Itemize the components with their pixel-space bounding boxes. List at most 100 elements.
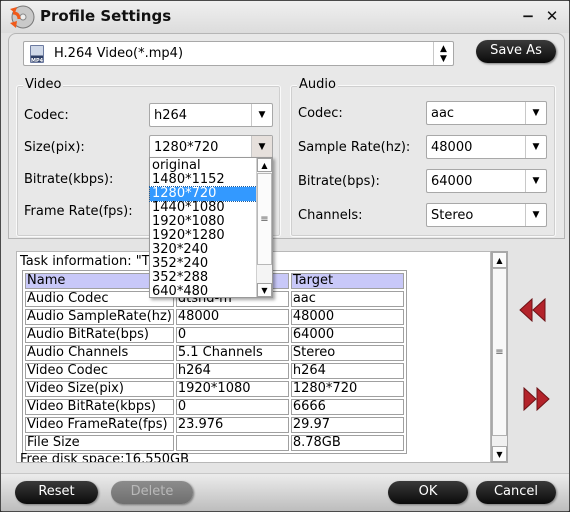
audio-bitrate-select[interactable]: 64000 ▼ [426, 169, 547, 193]
scroll-thumb[interactable]: ≡ [492, 268, 507, 436]
profile-value: H.264 Video(*.mp4) [54, 46, 184, 61]
row-source [175, 435, 289, 451]
row-target: aac [290, 291, 404, 307]
close-button[interactable]: ✕ [543, 7, 561, 25]
delete-button[interactable]: Delete [111, 481, 193, 504]
free-disk-space: Free disk space:16.550GB [20, 452, 190, 463]
table-row: Audio SampleRate(hz) 48000 48000 [25, 309, 404, 325]
audio-bitrate-value: 64000 [431, 174, 473, 189]
video-size-select[interactable]: 1280*720 ▼ [149, 135, 273, 159]
row-target: 6666 [290, 399, 404, 415]
dropdown-scrollbar[interactable]: ▲ ≡ ▼ [256, 158, 272, 297]
scroll-down-icon[interactable]: ▼ [492, 446, 507, 462]
size-option-selected[interactable]: 1280*720 [149, 186, 258, 202]
title-bar: Profile Settings − ✕ [1, 1, 569, 33]
video-codec-label: Codec: [24, 108, 69, 123]
row-name: Video BitRate(kbps) [25, 399, 174, 415]
video-group-title: Video [23, 77, 64, 92]
chevron-down-icon[interactable]: ▼ [525, 204, 546, 226]
save-as-button[interactable]: Save As [476, 40, 556, 63]
minimize-button[interactable]: − [519, 7, 537, 25]
row-source: 48000 [175, 309, 289, 325]
table-row: Audio Channels 5.1 Channels Stereo [25, 345, 404, 361]
size-dropdown-list[interactable]: original 1480*1152 1280*720 1440*1080 19… [149, 157, 273, 299]
audio-bitrate-label: Bitrate(bps): [298, 174, 380, 189]
row-target: Stereo [290, 345, 404, 361]
table-row: Video FrameRate(fps) 23.976 29.97 [25, 417, 404, 433]
profile-select[interactable]: MP4 H.264 Video(*.mp4) ▲ ▼ [23, 41, 454, 66]
audio-channels-label: Channels: [298, 208, 363, 223]
row-source: 1920*1080 [175, 381, 289, 397]
audio-samplerate-label: Sample Rate(hz): [298, 140, 411, 155]
audio-channels-select[interactable]: Stereo ▼ [426, 203, 547, 227]
video-framerate-label: Frame Rate(fps): [24, 204, 133, 219]
table-row: Video Codec h264 h264 [25, 363, 404, 379]
row-target: 48000 [290, 309, 404, 325]
size-option[interactable]: 320*240 [150, 243, 257, 257]
chevron-down-icon[interactable]: ▼ [525, 170, 546, 192]
header-target: Target [290, 273, 404, 289]
audio-codec-value: aac [431, 106, 455, 121]
size-option[interactable]: 1440*1080 [150, 201, 257, 215]
audio-channels-value: Stereo [431, 208, 474, 223]
window-title: Profile Settings [40, 7, 172, 25]
fast-forward-icon[interactable] [523, 387, 553, 411]
mp4-icon: MP4 [30, 45, 44, 64]
video-size-value: 1280*720 [154, 140, 219, 155]
row-name: Audio BitRate(bps) [25, 327, 174, 343]
table-row: Video Size(pix) 1920*1080 1280*720 [25, 381, 404, 397]
row-source: 23.976 [175, 417, 289, 433]
row-source: h264 [175, 363, 289, 379]
row-target: 1280*720 [290, 381, 404, 397]
table-row: Video BitRate(kbps) 0 6666 [25, 399, 404, 415]
row-name: Audio Channels [25, 345, 174, 361]
row-target: 64000 [290, 327, 404, 343]
audio-group-title: Audio [297, 77, 338, 92]
chevron-down-icon[interactable]: ▼ [251, 104, 272, 126]
size-option[interactable]: original [150, 159, 257, 173]
row-source: 0 [175, 327, 289, 343]
video-codec-select[interactable]: h264 ▼ [149, 103, 273, 127]
row-name: Video Codec [25, 363, 174, 379]
task-info-label: Task information: "Titl [20, 254, 162, 269]
rewind-icon[interactable] [519, 298, 549, 322]
size-option[interactable]: 1480*1152 [150, 173, 257, 187]
profile-settings-window: Profile Settings − ✕ MP4 H.264 Video(*.m… [0, 0, 570, 512]
scroll-thumb[interactable]: ≡ [257, 173, 272, 265]
table-row: Audio BitRate(bps) 0 64000 [25, 327, 404, 343]
size-option[interactable]: 640*480 [150, 285, 257, 299]
audio-codec-select[interactable]: aac ▼ [426, 101, 547, 125]
row-name: Video FrameRate(fps) [25, 417, 174, 433]
table-row: File Size 8.78GB [25, 435, 404, 451]
audio-samplerate-select[interactable]: 48000 ▼ [426, 135, 547, 159]
reset-button[interactable]: Reset [15, 481, 98, 504]
row-target: 8.78GB [290, 435, 404, 451]
ok-button[interactable]: OK [388, 481, 468, 504]
size-option[interactable]: 352*240 [150, 257, 257, 271]
task-info-scrollbar[interactable]: ▲ ≡ ▼ [491, 251, 508, 463]
scroll-up-icon[interactable]: ▲ [257, 158, 272, 172]
scroll-up-icon[interactable]: ▲ [492, 252, 507, 268]
audio-codec-label: Codec: [298, 106, 343, 121]
size-option[interactable]: 1920*1080 [150, 215, 257, 229]
row-source: 0 [175, 399, 289, 415]
size-option[interactable]: 1920*1280 [150, 229, 257, 243]
chevron-down-icon[interactable]: ▼ [251, 136, 272, 158]
app-disc-icon [10, 5, 35, 29]
cancel-button[interactable]: Cancel [476, 481, 556, 504]
row-source: 5.1 Channels [175, 345, 289, 361]
video-bitrate-label: Bitrate(kbps): [24, 172, 114, 187]
row-target: h264 [290, 363, 404, 379]
size-option[interactable]: 352*288 [150, 271, 257, 285]
row-name: Audio SampleRate(hz) [25, 309, 174, 325]
row-name: Video Size(pix) [25, 381, 174, 397]
spin-updown-icon[interactable]: ▲ ▼ [433, 42, 453, 65]
video-size-label: Size(pix): [24, 140, 85, 155]
scroll-down-icon[interactable]: ▼ [257, 283, 272, 297]
audio-samplerate-value: 48000 [431, 140, 473, 155]
row-name: File Size [25, 435, 174, 451]
row-target: 29.97 [290, 417, 404, 433]
video-codec-value: h264 [154, 108, 188, 123]
chevron-down-icon[interactable]: ▼ [525, 102, 546, 124]
chevron-down-icon[interactable]: ▼ [525, 136, 546, 158]
